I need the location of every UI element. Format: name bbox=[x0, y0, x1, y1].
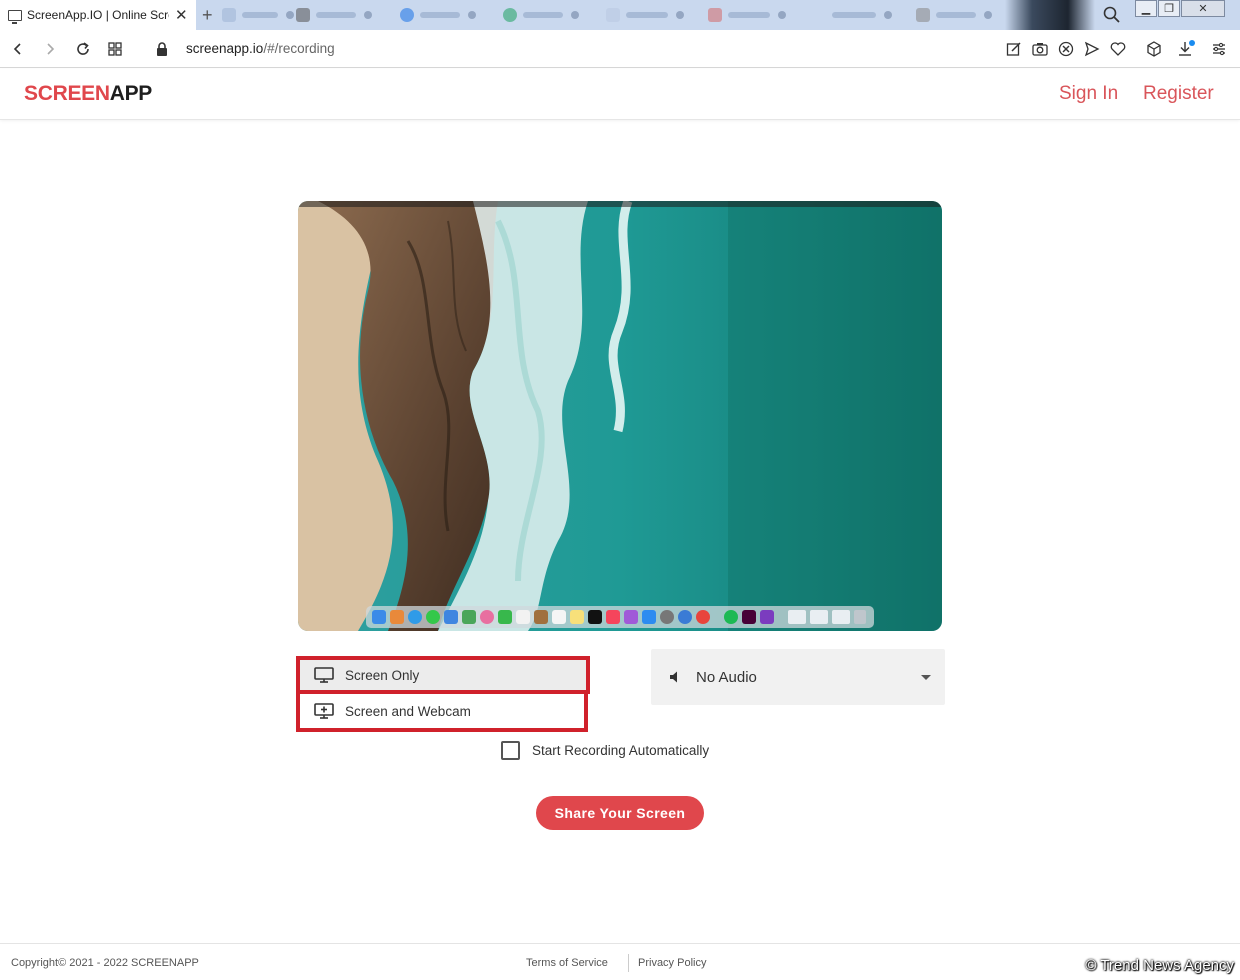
lock-icon[interactable] bbox=[152, 39, 172, 59]
back-icon[interactable] bbox=[8, 39, 28, 59]
browser-tab[interactable] bbox=[296, 6, 372, 24]
privacy-link[interactable]: Privacy Policy bbox=[638, 957, 706, 969]
send-icon[interactable] bbox=[1083, 40, 1101, 58]
screen-preview bbox=[298, 201, 942, 631]
tab-favicon-icon bbox=[708, 8, 722, 22]
logo-app-text: APP bbox=[109, 82, 153, 105]
monitor-plus-icon bbox=[314, 703, 334, 719]
monitor-favicon-icon bbox=[8, 9, 22, 24]
camera-icon[interactable] bbox=[1031, 40, 1049, 58]
chevron-down-icon bbox=[921, 675, 931, 680]
heart-icon[interactable] bbox=[1109, 40, 1127, 58]
download-icon[interactable] bbox=[1177, 40, 1195, 58]
browser-tab[interactable] bbox=[812, 6, 892, 24]
site-header: SCREENAPP Sign In Register bbox=[0, 69, 1240, 120]
browser-tab-active[interactable]: ScreenApp.IO | Online Scre ✕ bbox=[0, 0, 196, 30]
tab-favicon-icon bbox=[296, 8, 310, 22]
audio-select-value: No Audio bbox=[696, 668, 757, 686]
url-path: /#/recording bbox=[263, 41, 335, 56]
new-tab-icon[interactable]: + bbox=[202, 6, 213, 24]
extensions-icon[interactable] bbox=[1145, 40, 1163, 58]
terms-link[interactable]: Terms of Service bbox=[526, 957, 608, 969]
close-tab-icon[interactable]: ✕ bbox=[175, 8, 188, 23]
forward-icon[interactable] bbox=[40, 39, 60, 59]
minimize-icon[interactable]: ▁ bbox=[1135, 0, 1157, 17]
browser-tab[interactable] bbox=[606, 6, 684, 24]
screenapp-logo[interactable]: SCREENAPP bbox=[24, 82, 152, 106]
tab-title: ScreenApp.IO | Online Scre bbox=[27, 8, 169, 22]
auto-start-label[interactable]: Start Recording Automatically bbox=[532, 743, 709, 758]
share-screen-button[interactable]: Share Your Screen bbox=[536, 796, 704, 830]
browser-tab-bar: ScreenApp.IO | Online Scre ✕ + ▁ ❐ ✕ bbox=[0, 0, 1240, 30]
browser-tab[interactable] bbox=[400, 6, 476, 24]
close-window-icon[interactable]: ✕ bbox=[1181, 0, 1225, 17]
tab-favicon-icon bbox=[503, 8, 517, 22]
browser-tab[interactable] bbox=[503, 6, 579, 24]
source-dropdown-menu: Screen Only Screen and Webcam bbox=[296, 656, 590, 732]
speed-dial-icon[interactable] bbox=[105, 39, 125, 59]
copyright-text: Copyright© 2021 - 2022 SCREENAPP bbox=[11, 957, 199, 969]
search-tabs-icon[interactable] bbox=[1102, 5, 1122, 25]
footer-divider bbox=[628, 954, 629, 972]
auto-start-checkbox[interactable] bbox=[501, 741, 520, 760]
ad-block-icon[interactable] bbox=[1057, 40, 1075, 58]
edit-icon[interactable] bbox=[1005, 40, 1023, 58]
logo-screen-text: SCREEN bbox=[24, 82, 110, 105]
screen-only-label: Screen Only bbox=[345, 667, 420, 683]
speaker-icon bbox=[668, 670, 682, 684]
tab-favicon-icon bbox=[400, 8, 414, 22]
audio-select[interactable]: No Audio bbox=[651, 649, 945, 705]
screen-only-option[interactable]: Screen Only bbox=[296, 656, 590, 694]
footer: Copyright© 2021 - 2022 SCREENAPP Terms o… bbox=[0, 943, 1240, 980]
tab-favicon-icon bbox=[812, 8, 826, 22]
window-controls: ▁ ❐ ✕ bbox=[1134, 0, 1225, 17]
browser-tab[interactable] bbox=[916, 6, 992, 24]
tab-favicon-icon bbox=[222, 8, 236, 22]
browser-tab[interactable] bbox=[1005, 0, 1095, 30]
register-link[interactable]: Register bbox=[1143, 83, 1214, 105]
tab-favicon-icon bbox=[916, 8, 930, 22]
auto-start-option: Start Recording Automatically bbox=[501, 741, 709, 760]
url-field[interactable]: screenapp.io/#/recording bbox=[186, 41, 335, 56]
screen-and-webcam-label: Screen and Webcam bbox=[345, 703, 471, 719]
reload-icon[interactable] bbox=[73, 39, 93, 59]
news-agency-watermark: © Trend News Agency bbox=[1085, 957, 1234, 974]
restore-icon[interactable]: ❐ bbox=[1158, 0, 1180, 17]
sign-in-link[interactable]: Sign In bbox=[1059, 83, 1118, 105]
address-bar: screenapp.io/#/recording bbox=[0, 30, 1240, 68]
url-domain: screenapp.io bbox=[186, 41, 264, 56]
monitor-icon bbox=[314, 667, 334, 683]
browser-tab[interactable] bbox=[222, 6, 294, 24]
browser-tab[interactable] bbox=[708, 6, 786, 24]
screen-and-webcam-option[interactable]: Screen and Webcam bbox=[296, 694, 588, 732]
tab-favicon-icon bbox=[606, 8, 620, 22]
desktop-preview-image bbox=[298, 201, 942, 631]
menu-icon[interactable] bbox=[1210, 40, 1228, 58]
